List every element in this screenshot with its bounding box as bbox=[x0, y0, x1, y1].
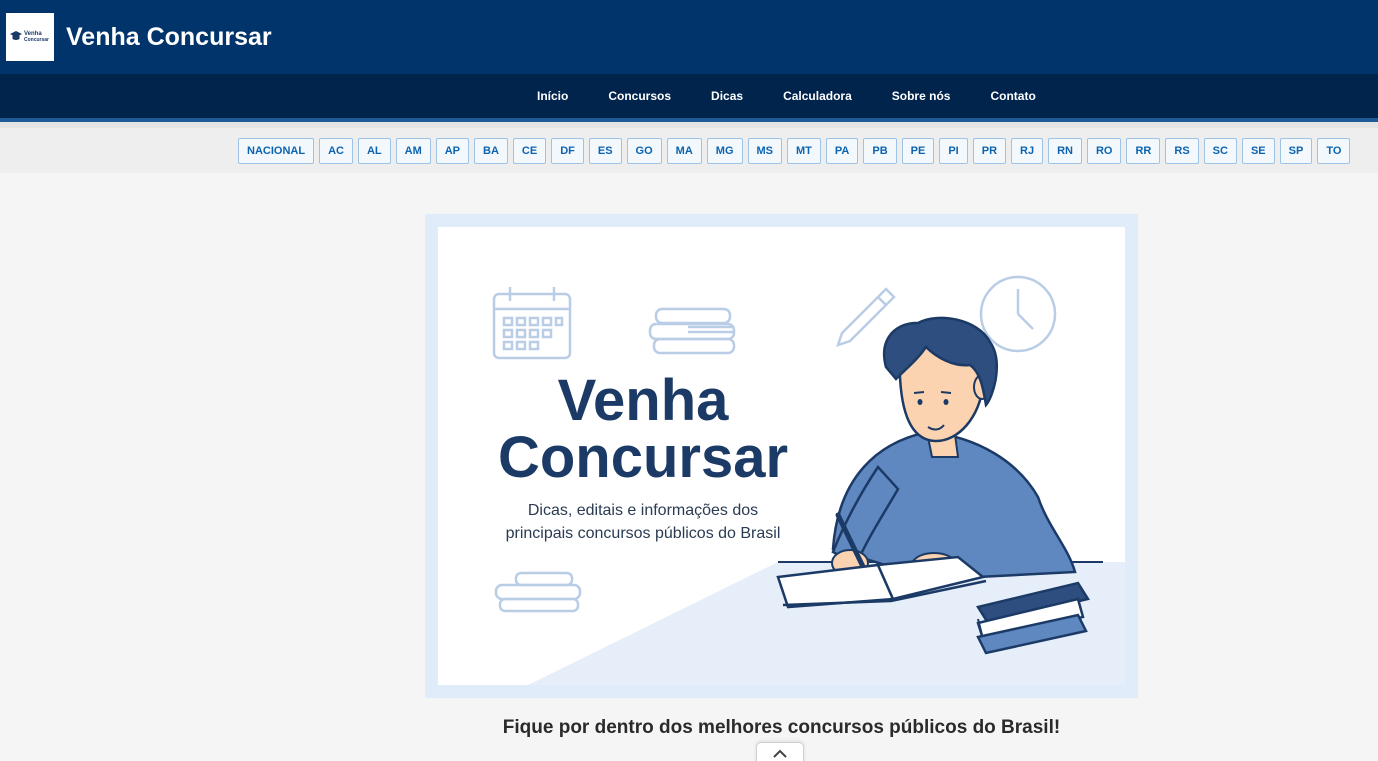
hero-title-line-2: Concursar bbox=[497, 425, 789, 490]
state-button-mt[interactable]: MT bbox=[787, 138, 821, 164]
tagline: Fique por dentro dos melhores concursos … bbox=[502, 717, 1061, 738]
scroll-to-top-button[interactable] bbox=[756, 742, 804, 761]
books-stack-icon bbox=[648, 307, 736, 355]
state-button-nacional[interactable]: NACIONAL bbox=[238, 138, 315, 164]
clock-icon bbox=[979, 275, 1057, 353]
chevron-up-icon bbox=[773, 749, 787, 758]
books-small-icon bbox=[494, 571, 582, 613]
site-logo[interactable]: Venha Concursar bbox=[6, 13, 54, 61]
state-button-rj[interactable]: RJ bbox=[1011, 138, 1044, 164]
hero-title-line-1: Venha bbox=[557, 368, 729, 433]
state-button-pr[interactable]: PR bbox=[972, 138, 1007, 164]
state-button-ce[interactable]: CE bbox=[512, 138, 547, 164]
student-figure bbox=[831, 316, 1077, 580]
state-button-ro[interactable]: RO bbox=[1086, 138, 1122, 164]
state-button-al[interactable]: AL bbox=[357, 138, 391, 164]
main-nav: Início Concursos Dicas Calculadora Sobre… bbox=[0, 74, 1378, 118]
state-button-sp[interactable]: SP bbox=[1279, 138, 1313, 164]
state-button-go[interactable]: GO bbox=[626, 138, 662, 164]
nav-item-concursos[interactable]: Concursos bbox=[588, 89, 691, 103]
state-button-es[interactable]: ES bbox=[588, 138, 622, 164]
state-button-rr[interactable]: RR bbox=[1126, 138, 1161, 164]
hero-image: Venha Concursar Dicas, editais e informa… bbox=[438, 227, 1125, 685]
nav-item-inicio[interactable]: Início bbox=[517, 89, 588, 103]
state-button-pb[interactable]: PB bbox=[863, 138, 897, 164]
state-button-sc[interactable]: SC bbox=[1203, 138, 1237, 164]
state-button-se[interactable]: SE bbox=[1241, 138, 1275, 164]
hero-banner: Venha Concursar Dicas, editais e informa… bbox=[425, 214, 1138, 698]
state-button-pe[interactable]: PE bbox=[901, 138, 935, 164]
nav-item-contato[interactable]: Contato bbox=[970, 89, 1055, 103]
state-button-df[interactable]: DF bbox=[551, 138, 584, 164]
state-button-mg[interactable]: MG bbox=[706, 138, 743, 164]
nav-item-calculadora[interactable]: Calculadora bbox=[763, 89, 872, 103]
state-button-ms[interactable]: MS bbox=[747, 138, 783, 164]
state-button-rn[interactable]: RN bbox=[1048, 138, 1082, 164]
state-button-pa[interactable]: PA bbox=[825, 138, 859, 164]
state-button-ma[interactable]: MA bbox=[666, 138, 702, 164]
state-filter-bar: NACIONAL AC AL AM AP BA CE DF ES GO MA MG MS MT PA PB PE… bbox=[0, 128, 1378, 173]
state-button-ap[interactable]: AP bbox=[435, 138, 470, 164]
logo-graduation-cap-icon: Venha Concursar bbox=[10, 31, 49, 43]
hero-subtitle-line-1: Dicas, editais e informações dos bbox=[527, 502, 759, 519]
logo-text-2: Concursar bbox=[24, 37, 49, 43]
state-button-rs[interactable]: RS bbox=[1165, 138, 1199, 164]
state-buttons: NACIONAL AC AL AM AP BA CE DF ES GO MA MG MS MT PA PB PE… bbox=[238, 138, 1355, 164]
state-button-am[interactable]: AM bbox=[395, 138, 431, 164]
state-button-ba[interactable]: BA bbox=[474, 138, 508, 164]
state-button-ac[interactable]: AC bbox=[319, 138, 353, 164]
nav-item-dicas[interactable]: Dicas bbox=[691, 89, 763, 103]
hero-subtitle-line-2: principais concursos públicos do Brasil bbox=[505, 525, 781, 542]
hero-title: Venha Concursar bbox=[488, 368, 798, 490]
pencil-icon bbox=[836, 287, 896, 347]
state-button-pi[interactable]: PI bbox=[939, 138, 968, 164]
hero-subtitle: Dicas, editais e informações dos princip… bbox=[478, 499, 808, 545]
state-button-to[interactable]: TO bbox=[1317, 138, 1351, 164]
site-title[interactable]: Venha Concursar bbox=[66, 23, 272, 52]
nav-item-sobre-nos[interactable]: Sobre nós bbox=[872, 89, 971, 103]
site-header: Venha Concursar Venha Concursar bbox=[0, 0, 1378, 74]
calendar-icon bbox=[492, 287, 572, 360]
